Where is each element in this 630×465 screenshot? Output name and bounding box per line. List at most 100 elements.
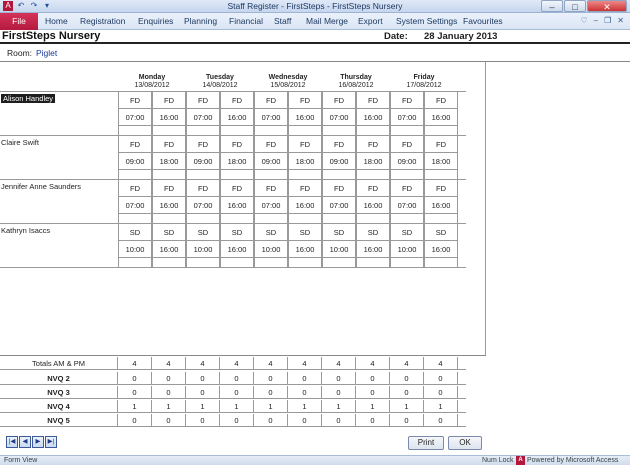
shift-code-cell[interactable]: FD	[220, 92, 254, 109]
shift-blank-cell[interactable]	[152, 126, 186, 136]
shift-code-cell[interactable]: FD	[254, 136, 288, 153]
shift-code-cell[interactable]: FD	[288, 180, 322, 197]
shift-code-cell[interactable]: FD	[152, 92, 186, 109]
first-record-button[interactable]: |◀	[6, 436, 18, 448]
shift-blank-cell[interactable]	[356, 258, 390, 268]
shift-time-cell[interactable]: 07:00	[186, 197, 220, 214]
shift-blank-cell[interactable]	[288, 214, 322, 224]
shift-time-cell[interactable]: 07:00	[390, 197, 424, 214]
shift-code-cell[interactable]: FD	[288, 92, 322, 109]
shift-blank-cell[interactable]	[220, 126, 254, 136]
shift-code-cell[interactable]: SD	[322, 224, 356, 241]
shift-code-cell[interactable]: FD	[220, 136, 254, 153]
shift-code-cell[interactable]: FD	[254, 180, 288, 197]
shift-time-cell[interactable]: 16:00	[288, 109, 322, 126]
shift-blank-cell[interactable]	[390, 170, 424, 180]
shift-code-cell[interactable]: FD	[288, 136, 322, 153]
shift-blank-cell[interactable]	[424, 214, 458, 224]
shift-blank-cell[interactable]	[254, 214, 288, 224]
shift-time-cell[interactable]: 16:00	[424, 197, 458, 214]
maximize-button[interactable]: □	[564, 0, 586, 12]
shift-blank-cell[interactable]	[356, 214, 390, 224]
shift-blank-cell[interactable]	[254, 170, 288, 180]
shift-blank-cell[interactable]	[118, 126, 152, 136]
shift-code-cell[interactable]: SD	[254, 224, 288, 241]
shift-code-cell[interactable]: FD	[186, 180, 220, 197]
shift-time-cell[interactable]: 07:00	[118, 197, 152, 214]
shift-code-cell[interactable]: FD	[356, 92, 390, 109]
shift-blank-cell[interactable]	[322, 214, 356, 224]
shift-time-cell[interactable]: 09:00	[322, 153, 356, 170]
tab-planning[interactable]: Planning	[184, 13, 217, 30]
shift-blank-cell[interactable]	[254, 258, 288, 268]
shift-code-cell[interactable]: SD	[220, 224, 254, 241]
shift-blank-cell[interactable]	[220, 214, 254, 224]
minimize-button[interactable]: –	[541, 0, 563, 12]
shift-blank-cell[interactable]	[254, 126, 288, 136]
shift-time-cell[interactable]: 18:00	[152, 153, 186, 170]
shift-code-cell[interactable]: SD	[356, 224, 390, 241]
shift-blank-cell[interactable]	[288, 126, 322, 136]
tab-financial[interactable]: Financial	[229, 13, 263, 30]
shift-time-cell[interactable]: 07:00	[322, 109, 356, 126]
shift-time-cell[interactable]: 10:00	[322, 241, 356, 258]
shift-blank-cell[interactable]	[356, 170, 390, 180]
shift-blank-cell[interactable]	[424, 258, 458, 268]
shift-blank-cell[interactable]	[220, 170, 254, 180]
room-value[interactable]: Piglet	[36, 48, 57, 58]
shift-time-cell[interactable]: 16:00	[220, 197, 254, 214]
shift-time-cell[interactable]: 16:00	[220, 109, 254, 126]
shift-code-cell[interactable]: FD	[220, 180, 254, 197]
shift-blank-cell[interactable]	[186, 214, 220, 224]
shift-blank-cell[interactable]	[186, 126, 220, 136]
shift-time-cell[interactable]: 16:00	[356, 197, 390, 214]
tab-registration[interactable]: Registration	[80, 13, 125, 30]
shift-code-cell[interactable]: FD	[118, 136, 152, 153]
shift-code-cell[interactable]: FD	[152, 180, 186, 197]
shift-code-cell[interactable]: FD	[356, 136, 390, 153]
shift-code-cell[interactable]: FD	[390, 136, 424, 153]
shift-time-cell[interactable]: 16:00	[220, 241, 254, 258]
shift-code-cell[interactable]: FD	[118, 92, 152, 109]
close-button[interactable]: ✕	[587, 0, 627, 12]
tab-favourites[interactable]: Favourites	[463, 13, 503, 30]
next-record-button[interactable]: ▶	[32, 436, 44, 448]
shift-blank-cell[interactable]	[356, 126, 390, 136]
shift-time-cell[interactable]: 10:00	[186, 241, 220, 258]
close-document-icon[interactable]: ✕	[617, 16, 624, 25]
minimize-document-icon[interactable]: –	[594, 16, 598, 25]
shift-code-cell[interactable]: FD	[424, 180, 458, 197]
print-button[interactable]: Print	[408, 436, 444, 450]
shift-code-cell[interactable]: SD	[424, 224, 458, 241]
shift-code-cell[interactable]: FD	[390, 180, 424, 197]
shift-time-cell[interactable]: 07:00	[186, 109, 220, 126]
shift-blank-cell[interactable]	[322, 170, 356, 180]
ok-button[interactable]: OK	[448, 436, 482, 450]
shift-time-cell[interactable]: 10:00	[390, 241, 424, 258]
help-icon[interactable]: ♡	[581, 16, 588, 25]
shift-code-cell[interactable]: FD	[390, 92, 424, 109]
shift-blank-cell[interactable]	[424, 170, 458, 180]
shift-time-cell[interactable]: 07:00	[254, 109, 288, 126]
shift-time-cell[interactable]: 09:00	[118, 153, 152, 170]
shift-code-cell[interactable]: FD	[254, 92, 288, 109]
shift-code-cell[interactable]: FD	[356, 180, 390, 197]
shift-time-cell[interactable]: 07:00	[254, 197, 288, 214]
last-record-button[interactable]: ▶|	[45, 436, 57, 448]
shift-time-cell[interactable]: 18:00	[288, 153, 322, 170]
shift-time-cell[interactable]: 16:00	[356, 241, 390, 258]
shift-time-cell[interactable]: 16:00	[288, 241, 322, 258]
shift-blank-cell[interactable]	[118, 170, 152, 180]
shift-time-cell[interactable]: 16:00	[356, 109, 390, 126]
tab-mail-merge[interactable]: Mail Merge	[306, 13, 348, 30]
shift-blank-cell[interactable]	[118, 214, 152, 224]
shift-code-cell[interactable]: SD	[288, 224, 322, 241]
shift-blank-cell[interactable]	[322, 126, 356, 136]
shift-blank-cell[interactable]	[152, 170, 186, 180]
previous-record-button[interactable]: ◀	[19, 436, 31, 448]
staff-name[interactable]: Alison Handley	[1, 94, 56, 103]
shift-code-cell[interactable]: SD	[118, 224, 152, 241]
shift-code-cell[interactable]: FD	[118, 180, 152, 197]
shift-code-cell[interactable]: FD	[322, 136, 356, 153]
shift-time-cell[interactable]: 07:00	[118, 109, 152, 126]
